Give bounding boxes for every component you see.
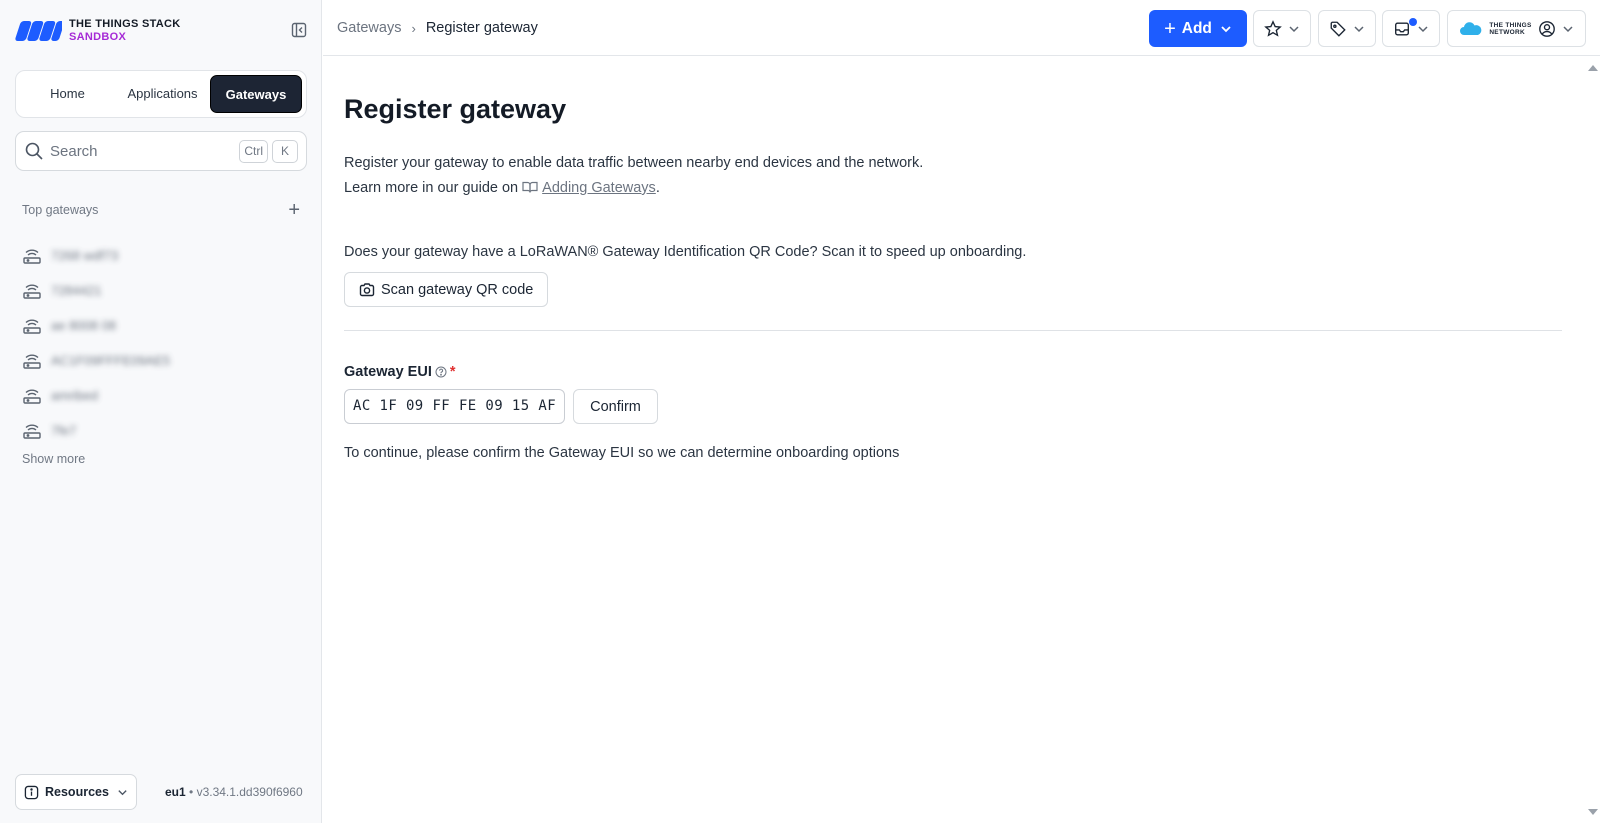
chevron-right-icon: › — [411, 20, 416, 36]
shortcut-key-ctrl: Ctrl — [239, 139, 268, 163]
network-logo-line1: THE THINGS — [1489, 21, 1532, 29]
notification-dot — [1409, 18, 1417, 26]
brand-line2: SANDBOX — [69, 31, 127, 43]
plus-icon: + — [1164, 17, 1176, 40]
main-nav: Home Applications Gateways — [15, 70, 307, 118]
nav-tab-gateways[interactable]: Gateways — [210, 75, 302, 113]
notifications-button[interactable] — [1382, 10, 1440, 47]
gateway-icon — [23, 424, 41, 439]
gateway-icon — [23, 389, 41, 404]
top-header: Gateways › Register gateway + Add THE TH… — [323, 0, 1600, 56]
chevron-down-icon — [118, 789, 127, 795]
gateway-name: 7284421 — [51, 283, 102, 298]
gateway-eui-field[interactable]: AC 1F 09 FF FE 09 15 AF — [344, 389, 565, 424]
shortcut-key-k: K — [272, 139, 298, 163]
page-title: Register gateway — [344, 94, 567, 124]
required-marker: * — [449, 364, 456, 380]
gateway-name: 7fe7 — [51, 423, 77, 438]
description-line: Register your gateway to enable data tra… — [344, 155, 924, 171]
adding-gateways-link[interactable]: Adding Gateways — [542, 180, 656, 196]
gateway-icon — [23, 284, 41, 299]
qr-question: Does your gateway have a LoRaWAN® Gatewa… — [344, 244, 1027, 260]
resources-label: Resources — [45, 785, 109, 799]
nav-tab-home[interactable]: Home — [20, 75, 115, 113]
list-item[interactable]: 7284421 — [22, 273, 170, 308]
search-placeholder: Search — [50, 142, 98, 160]
network-logo-line2: NETWORK — [1489, 28, 1525, 36]
page-description: Register your gateway to enable data tra… — [344, 151, 923, 201]
gateway-name: ae 8008 08 — [51, 318, 117, 333]
nav-tab-applications[interactable]: Applications — [115, 75, 210, 113]
scrollbar[interactable] — [1586, 56, 1600, 823]
cloud-icon — [1460, 21, 1482, 35]
scan-qr-label: Scan gateway QR code — [381, 281, 534, 298]
add-button-label: Add — [1181, 19, 1212, 37]
top-gateways-header: Top gateways + — [22, 200, 300, 220]
brand-logo-icon — [15, 21, 62, 41]
show-more-link[interactable]: Show more — [22, 452, 85, 466]
gateway-icon — [23, 354, 41, 369]
search-input[interactable]: Search Ctrl K — [15, 131, 307, 171]
version-info: eu1 • v3.34.1.dd390f6960 — [165, 785, 303, 799]
help-icon[interactable] — [435, 366, 447, 378]
guide-line: Learn more in our guide on Adding Gatewa… — [344, 176, 923, 201]
search-icon — [25, 142, 43, 160]
tags-button[interactable] — [1318, 10, 1376, 47]
chevron-down-icon — [1418, 25, 1428, 32]
bookmarks-button[interactable] — [1253, 10, 1311, 47]
chevron-down-icon — [1354, 25, 1364, 32]
confirm-button[interactable]: Confirm — [573, 389, 658, 424]
list-item[interactable]: ae 8008 08 — [22, 308, 170, 343]
scan-qr-button[interactable]: Scan gateway QR code — [344, 272, 549, 307]
camera-icon — [359, 282, 375, 296]
guide-prefix: Learn more in our guide on — [344, 180, 519, 196]
list-item[interactable]: AC1F09FFFE09AE5 — [22, 343, 170, 378]
scroll-down-arrow-icon[interactable] — [1588, 809, 1598, 815]
onboarding-hint: To continue, please confirm the Gateway … — [344, 445, 900, 461]
gateway-eui-label: Gateway EUI * — [344, 364, 456, 380]
gateway-name: amribed — [51, 388, 98, 403]
scroll-up-arrow-icon[interactable] — [1588, 65, 1598, 71]
list-item[interactable]: 7268 wdf73 — [22, 238, 170, 273]
breadcrumb-gateways[interactable]: Gateways — [337, 20, 401, 36]
gateway-eui-label-text: Gateway EUI — [344, 364, 432, 380]
user-circle-icon — [1538, 20, 1555, 37]
gateway-icon — [23, 319, 41, 334]
tag-icon — [1330, 21, 1346, 37]
brand-logo[interactable]: THE THINGS STACK SANDBOX — [14, 18, 181, 44]
brand-line1: THE THINGS STACK — [69, 18, 181, 30]
network-logo-text: THE THINGS NETWORK — [1489, 22, 1531, 36]
list-item[interactable]: amribed — [22, 378, 170, 413]
add-button[interactable]: + Add — [1149, 10, 1247, 47]
star-icon — [1264, 19, 1282, 37]
version-number: v3.34.1.dd390f6960 — [196, 785, 303, 799]
breadcrumb-current: Register gateway — [425, 20, 538, 36]
chevron-down-icon — [1221, 25, 1231, 32]
top-gateways-list: 7268 wdf73 7284421 ae 8008 08 AC1F09FFFE… — [22, 238, 170, 448]
gateway-name: 7268 wdf73 — [51, 248, 119, 263]
profile-menu-button[interactable]: THE THINGS NETWORK — [1447, 10, 1586, 47]
chevron-down-icon — [1289, 25, 1299, 32]
add-gateway-plus-icon[interactable]: + — [288, 200, 300, 220]
gateway-icon — [23, 249, 41, 264]
brand-text: THE THINGS STACK SANDBOX — [69, 18, 181, 44]
section-divider — [344, 330, 1562, 331]
gateway-name: AC1F09FFFE09AE5 — [51, 353, 171, 368]
list-item[interactable]: 7fe7 — [22, 413, 170, 448]
period: . — [655, 180, 660, 196]
resources-button[interactable]: Resources — [15, 774, 137, 810]
info-icon — [24, 785, 39, 799]
cluster-name: eu1 — [165, 785, 186, 799]
sidebar-collapse-icon[interactable] — [291, 22, 307, 38]
chevron-down-icon — [1563, 25, 1573, 32]
sidebar: THE THINGS STACK SANDBOX Home Applicatio… — [0, 0, 322, 823]
top-gateways-title: Top gateways — [22, 203, 99, 217]
breadcrumb: Gateways › Register gateway — [337, 20, 538, 36]
book-icon — [522, 181, 538, 193]
